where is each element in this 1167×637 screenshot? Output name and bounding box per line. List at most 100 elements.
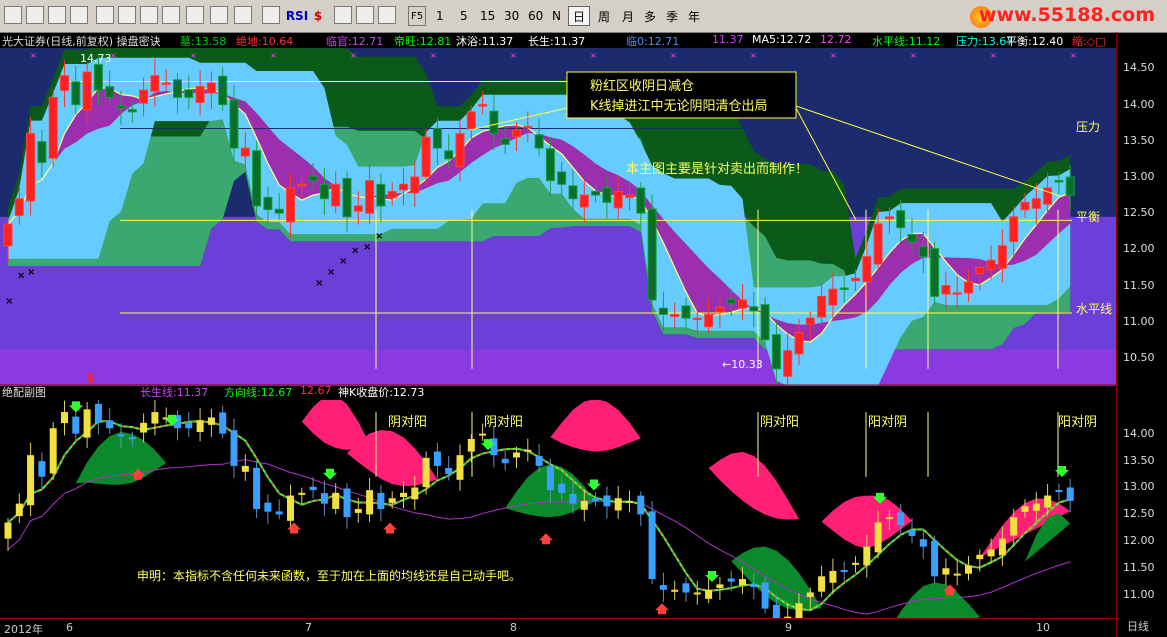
period-1[interactable]: 1 — [432, 6, 448, 26]
grid-icon[interactable] — [4, 6, 22, 24]
sub-candle-body — [94, 403, 102, 423]
tag-icon[interactable] — [356, 6, 374, 24]
candle-body — [421, 136, 431, 177]
candle-body — [274, 208, 284, 214]
period-season[interactable]: 季 — [662, 6, 682, 26]
period-year[interactable]: 年 — [684, 6, 704, 26]
indicator-item: 11.37 — [712, 33, 744, 46]
sub-candle-body — [388, 498, 396, 503]
sub-candle-body — [908, 530, 916, 536]
sub-ylabel: 14.00 — [1123, 426, 1155, 440]
sub-candle-body — [83, 409, 91, 438]
sub-candle-body — [196, 420, 204, 433]
period-month[interactable]: 月 — [618, 6, 638, 26]
period-day[interactable]: 日 — [568, 6, 591, 26]
main-title: 光大证券(日线,前复权) 操盘密诀 — [2, 35, 161, 48]
sub-candle-body — [128, 437, 136, 440]
candle-body — [331, 183, 341, 207]
sub-candle-body — [987, 549, 995, 557]
x-marker-3: × — [315, 278, 323, 289]
doc-icon[interactable] — [140, 6, 158, 24]
candle-body — [749, 306, 759, 312]
sub-candle-body — [467, 439, 475, 452]
pencil-icon[interactable] — [378, 6, 396, 24]
rsi-button[interactable]: RSI — [284, 6, 310, 26]
top-marker: × — [1070, 51, 1077, 60]
top-marker: × — [590, 51, 597, 60]
sub-candle-body — [795, 603, 803, 618]
sub-indicator-item: 方向线:12.67 — [224, 386, 293, 399]
period-5[interactable]: 5 — [456, 6, 472, 26]
candle-body — [862, 256, 872, 283]
candle-body — [365, 180, 375, 214]
sub-candle-body — [558, 483, 566, 493]
sub-candle-body — [320, 493, 328, 504]
sub-candle-body — [117, 434, 125, 437]
sub-ylabel: 11.00 — [1123, 588, 1155, 602]
zoom-icon[interactable] — [234, 6, 252, 24]
f5-button[interactable]: F5 — [408, 6, 426, 26]
move-icon[interactable] — [334, 6, 352, 24]
period-60[interactable]: 60 — [524, 6, 547, 26]
sub-candle-body — [626, 500, 633, 503]
dollar-button[interactable]: $ — [310, 6, 326, 26]
x-marker-5: × — [339, 256, 347, 267]
candle-icon[interactable] — [70, 6, 88, 24]
candle-body — [195, 86, 205, 104]
sub-candle-body — [840, 570, 848, 573]
candle-body — [150, 75, 160, 92]
sub-candle-body — [580, 500, 588, 510]
candle-body — [466, 111, 476, 130]
sub-candle-body — [705, 589, 713, 599]
candle-body — [3, 223, 13, 247]
main-ylabel: 11.50 — [1123, 278, 1155, 292]
period-week[interactable]: 周 — [594, 6, 614, 26]
edit-icon[interactable] — [210, 6, 228, 24]
table-icon[interactable] — [26, 6, 44, 24]
fo-icon[interactable] — [118, 6, 136, 24]
candle-body — [613, 190, 623, 209]
period-multi[interactable]: 多 — [640, 6, 660, 26]
fiz-icon[interactable] — [186, 6, 204, 24]
main-ylabel: 12.00 — [1123, 242, 1155, 256]
sub-candle-body — [648, 511, 656, 579]
main-ylabel: 11.00 — [1123, 314, 1155, 328]
candle-body — [229, 99, 239, 149]
wave-icon[interactable] — [262, 6, 280, 24]
sub-candle-body — [1066, 487, 1074, 501]
sub-candle-body — [253, 467, 261, 509]
sub-candle-body — [965, 565, 972, 574]
candle-body — [297, 183, 307, 187]
main-ylabel: 10.50 — [1123, 350, 1155, 364]
sub-ylabel: 13.00 — [1123, 480, 1155, 494]
candle-body — [489, 110, 499, 135]
sub-candle-body — [772, 604, 780, 618]
date-label-9: 9 — [785, 621, 792, 634]
main-bands — [0, 48, 1116, 386]
candle-body — [523, 125, 533, 129]
candle-body — [636, 187, 646, 214]
period-30[interactable]: 30 — [500, 6, 523, 26]
period-n[interactable]: N — [548, 6, 565, 26]
signal-label-2: 阴对阳 — [760, 415, 799, 430]
sub-candle-body — [241, 465, 249, 472]
date-label-7: 7 — [305, 621, 312, 634]
site-url[interactable]: www.55188.com — [979, 4, 1155, 26]
candle-body — [173, 79, 182, 98]
period-15[interactable]: 15 — [476, 6, 499, 26]
main-chart[interactable]: ×× ××××× ×× 粉红区收阴日减仓K线掉进江中无论阴阳清仓出局本主图主要是针对… — [0, 48, 1116, 386]
candle-body — [591, 190, 601, 196]
sub-ylabel: 11.50 — [1123, 561, 1155, 575]
line-chart-icon[interactable] — [48, 6, 66, 24]
sub-candle-body — [411, 487, 419, 500]
note-line-2: K线掉进江中无论阴阳清仓出局 — [590, 99, 768, 114]
f-icon[interactable] — [162, 6, 180, 24]
sub-candle-body — [693, 592, 701, 595]
sub-candle-body — [535, 456, 543, 466]
candle-body — [625, 194, 634, 198]
x-marker-4: × — [327, 267, 335, 278]
window-icon[interactable] — [96, 6, 114, 24]
candle-body — [116, 105, 126, 109]
candle-body — [670, 313, 680, 317]
sub-chart[interactable]: 阴对阳 阴对阳 阴对阳 阳对阴 阳对阴申明：本指标不含任何未来函数，至于加在上面的均线还… — [0, 400, 1116, 618]
